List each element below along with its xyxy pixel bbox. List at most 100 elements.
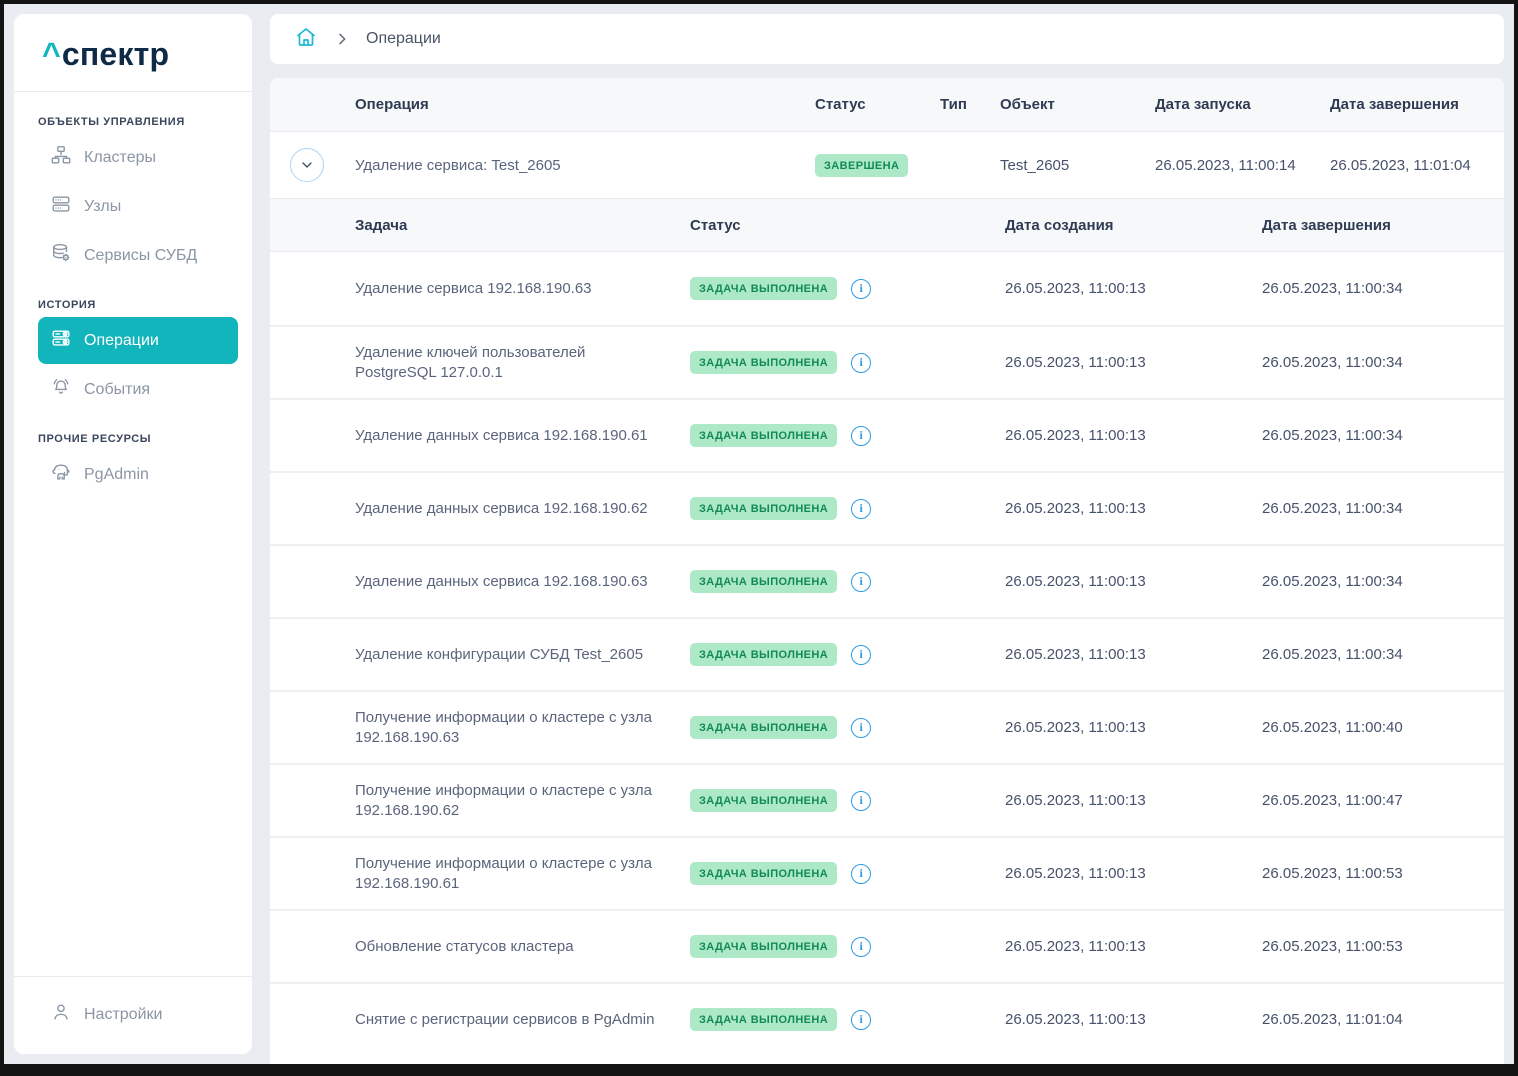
task-created-date: 26.05.2023, 11:00:13 (1005, 573, 1262, 590)
info-icon[interactable] (851, 1010, 871, 1030)
info-icon[interactable] (851, 279, 871, 299)
task-finished-date: 26.05.2023, 11:00:34 (1262, 354, 1504, 371)
task-finished-date: 26.05.2023, 11:00:53 (1262, 865, 1504, 882)
task-name: Удаление данных сервиса 192.168.190.62 (355, 485, 690, 533)
col-type: Тип (940, 96, 1000, 113)
sidebar-item-label: PgAdmin (84, 466, 149, 484)
col-end-date: Дата завершения (1330, 96, 1504, 113)
task-status-badge: ЗАДАЧА ВЫПОЛНЕНА (690, 643, 837, 666)
info-icon[interactable] (851, 572, 871, 592)
task-finished-date: 26.05.2023, 11:01:04 (1262, 1011, 1504, 1028)
operation-object: Test_2605 (1000, 157, 1155, 174)
chevron-down-icon (299, 157, 315, 173)
section-label: ПРОЧИЕ РЕСУРСЫ (14, 433, 252, 445)
task-created-date: 26.05.2023, 11:00:13 (1005, 354, 1262, 371)
table-row: Снятие с регистрации сервисов в PgAdmin … (270, 982, 1504, 1055)
app-frame: ^спектр ОБЪЕКТЫ УПРАВЛЕНИЯ Кластеры Узлы (0, 0, 1518, 1076)
table-row: Удаление данных сервиса 192.168.190.63 З… (270, 544, 1504, 617)
task-created-date: 26.05.2023, 11:00:13 (1005, 865, 1262, 882)
task-name: Получение информации о кластере с узла 1… (355, 694, 690, 762)
info-icon[interactable] (851, 864, 871, 884)
sidebar: ^спектр ОБЪЕКТЫ УПРАВЛЕНИЯ Кластеры Узлы (14, 14, 252, 1054)
col-created-date: Дата создания (1005, 217, 1262, 234)
task-created-date: 26.05.2023, 11:00:13 (1005, 792, 1262, 809)
task-status-badge: ЗАДАЧА ВЫПОЛНЕНА (690, 570, 837, 593)
task-created-date: 26.05.2023, 11:00:13 (1005, 500, 1262, 517)
settings-button[interactable]: Настройки (14, 976, 252, 1054)
breadcrumb: Операции (270, 14, 1504, 64)
sidebar-item-events[interactable]: События (38, 366, 238, 413)
home-icon[interactable] (294, 25, 318, 54)
operation-start-date: 26.05.2023, 11:00:14 (1155, 157, 1330, 174)
tasks-table-header: Задача Статус Дата создания Дата заверше… (270, 198, 1504, 252)
task-name: Удаление сервиса 192.168.190.63 (355, 265, 690, 313)
info-icon[interactable] (851, 353, 871, 373)
info-icon[interactable] (851, 645, 871, 665)
operation-status-badge: ЗАВЕРШЕНА (815, 154, 908, 177)
sidebar-item-pgadmin[interactable]: PgAdmin (38, 451, 238, 498)
operation-end-date: 26.05.2023, 11:01:04 (1330, 157, 1504, 174)
table-row: Удаление конфигурации СУБД Test_2605 ЗАД… (270, 617, 1504, 690)
task-finished-date: 26.05.2023, 11:00:34 (1262, 280, 1504, 297)
section-label: ОБЪЕКТЫ УПРАВЛЕНИЯ (14, 116, 252, 128)
task-name: Удаление конфигурации СУБД Test_2605 (355, 631, 690, 679)
sidebar-item-dbms-services[interactable]: Сервисы СУБД (38, 232, 238, 279)
chevron-right-icon (334, 31, 350, 47)
collapse-row-button[interactable] (290, 148, 324, 182)
task-name: Удаление данных сервиса 192.168.190.61 (355, 412, 690, 460)
task-status-badge: ЗАДАЧА ВЫПОЛНЕНА (690, 351, 837, 374)
task-finished-date: 26.05.2023, 11:00:34 (1262, 427, 1504, 444)
task-status-badge: ЗАДАЧА ВЫПОЛНЕНА (690, 424, 837, 447)
table-row: Удаление данных сервиса 192.168.190.62 З… (270, 471, 1504, 544)
sidebar-item-label: Сервисы СУБД (84, 247, 197, 265)
table-row: Получение информации о кластере с узла 1… (270, 836, 1504, 909)
task-status-badge: ЗАДАЧА ВЫПОЛНЕНА (690, 862, 837, 885)
tasks-table-body: Удаление сервиса 192.168.190.63 ЗАДАЧА В… (270, 252, 1504, 1055)
operation-name: Удаление сервиса: Test_2605 (355, 157, 815, 174)
operations-table: Операция Статус Тип Объект Дата запуска … (270, 78, 1504, 1064)
task-name: Удаление ключей пользователей PostgreSQL… (355, 329, 690, 397)
col-status: Статус (815, 96, 940, 113)
breadcrumb-current: Операции (366, 30, 441, 48)
main-content: Операции Операция Статус Тип Объект Дата… (252, 4, 1514, 1064)
info-icon[interactable] (851, 426, 871, 446)
operation-row: Удаление сервиса: Test_2605 ЗАВЕРШЕНА Te… (270, 132, 1504, 198)
info-icon[interactable] (851, 791, 871, 811)
col-finished-date: Дата завершения (1262, 217, 1504, 234)
sidebar-nav: ОБЪЕКТЫ УПРАВЛЕНИЯ Кластеры Узлы (14, 92, 252, 976)
task-finished-date: 26.05.2023, 11:00:47 (1262, 792, 1504, 809)
table-row: Удаление сервиса 192.168.190.63 ЗАДАЧА В… (270, 252, 1504, 325)
sidebar-section-objects: ОБЪЕКТЫ УПРАВЛЕНИЯ Кластеры Узлы (14, 116, 252, 279)
logo-text: спектр (62, 36, 169, 72)
info-icon[interactable] (851, 718, 871, 738)
task-created-date: 26.05.2023, 11:00:13 (1005, 646, 1262, 663)
cluster-icon (50, 144, 72, 171)
task-created-date: 26.05.2023, 11:00:13 (1005, 427, 1262, 444)
task-created-date: 26.05.2023, 11:00:13 (1005, 719, 1262, 736)
logo: ^спектр (14, 14, 252, 92)
database-gear-icon (50, 242, 72, 269)
info-icon[interactable] (851, 937, 871, 957)
sidebar-item-clusters[interactable]: Кластеры (38, 134, 238, 181)
info-icon[interactable] (851, 499, 871, 519)
sidebar-item-label: События (84, 381, 150, 399)
sidebar-section-other: ПРОЧИЕ РЕСУРСЫ PgAdmin (14, 433, 252, 498)
col-start-date: Дата запуска (1155, 96, 1330, 113)
task-status-badge: ЗАДАЧА ВЫПОЛНЕНА (690, 277, 837, 300)
sidebar-item-operations[interactable]: Операции (38, 317, 238, 364)
sidebar-section-history: ИСТОРИЯ Операции События (14, 299, 252, 413)
task-name: Снятие с регистрации сервисов в PgAdmin (355, 996, 690, 1044)
task-name: Получение информации о кластере с узла 1… (355, 767, 690, 835)
task-status-badge: ЗАДАЧА ВЫПОЛНЕНА (690, 497, 837, 520)
col-task-status: Статус (690, 217, 1005, 234)
task-finished-date: 26.05.2023, 11:00:34 (1262, 573, 1504, 590)
table-row: Удаление ключей пользователей PostgreSQL… (270, 325, 1504, 398)
task-name: Удаление данных сервиса 192.168.190.63 (355, 558, 690, 606)
col-object: Объект (1000, 96, 1155, 113)
operations-list-icon (50, 327, 72, 354)
col-operation: Операция (355, 96, 815, 113)
table-row: Удаление данных сервиса 192.168.190.61 З… (270, 398, 1504, 471)
logo-caret: ^ (42, 36, 61, 72)
section-label: ИСТОРИЯ (14, 299, 252, 311)
sidebar-item-nodes[interactable]: Узлы (38, 183, 238, 230)
